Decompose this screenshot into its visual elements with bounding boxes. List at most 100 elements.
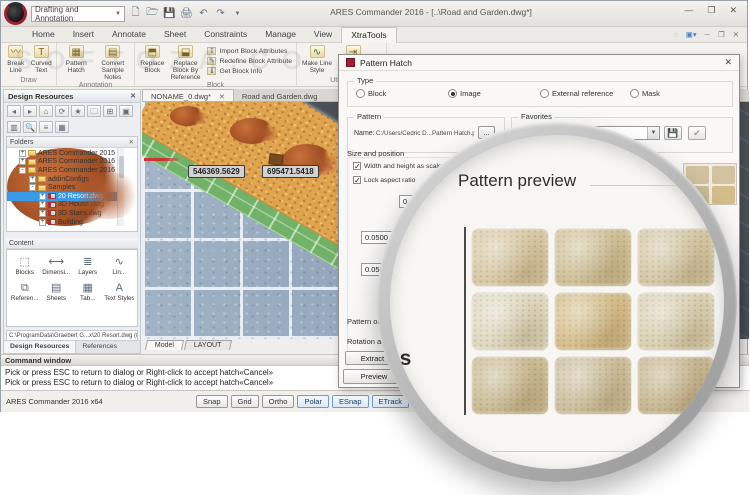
tree-toggle[interactable]: + [39, 201, 46, 209]
content-item-references[interactable]: ⧉ Referen... [9, 282, 41, 302]
tab-constraints[interactable]: Constraints [195, 27, 256, 43]
views-icon[interactable]: ▥ [7, 121, 21, 133]
content-item-dimensions[interactable]: ⟷ Dimensi... [41, 256, 73, 276]
app-logo-icon[interactable] [4, 2, 27, 25]
tab-layout[interactable]: LAYOUT [184, 340, 232, 350]
tab-sheet[interactable]: Sheet [155, 27, 195, 43]
import-block-attributes-button[interactable]: ↧ Import Block Attributes [207, 47, 292, 55]
radio-mask[interactable]: Mask [630, 89, 660, 98]
doc-tab-road-and-garden[interactable]: Road and Garden.dwg [234, 89, 325, 101]
tree-item[interactable]: - Samples [7, 183, 124, 192]
redefine-block-attribute-button[interactable]: ✎ Redefine Block Attribute [207, 57, 292, 65]
tab-model[interactable]: Model [144, 340, 185, 350]
tree-scrollbar[interactable] [117, 148, 125, 227]
back-icon[interactable]: ◂ [7, 105, 21, 117]
tab-design-resources[interactable]: Design Resources [4, 341, 77, 353]
panel-close-icon[interactable]: ✕ [130, 92, 136, 100]
up-folder-icon[interactable]: ⌂ [39, 105, 53, 117]
tree-item-label: 3D House.dwg [58, 201, 104, 209]
tab-insert[interactable]: Insert [64, 27, 103, 43]
make-line-style-button[interactable]: ∿ Make Line Style [299, 44, 335, 74]
grid-toggle[interactable]: Grid [230, 395, 259, 408]
get-block-info-button[interactable]: ℹ Get Block Info [207, 67, 292, 75]
convert-sample-notes-button[interactable]: ▤ Convert Sample Notes [94, 44, 132, 81]
combo-arrow-icon[interactable]: ▼ [647, 127, 659, 139]
refresh-icon[interactable]: ⟳ [55, 105, 69, 117]
content-item-layers[interactable]: ≣ Layers [72, 256, 104, 276]
save-icon[interactable]: 💾 [163, 8, 176, 19]
tab-annotate[interactable]: Annotate [103, 27, 155, 43]
doc-restore-icon[interactable]: ❐ [718, 30, 725, 39]
workspace-select[interactable]: Drafting and Annotation ▼ [31, 5, 125, 23]
replace-block-button[interactable]: ⬒ Replace Block [137, 44, 168, 74]
tree-toggle-icon[interactable]: ⊞ [103, 105, 117, 117]
close-button[interactable]: ✕ [729, 5, 737, 16]
lock-aspect-checkbox[interactable]: ✓ Lock aspect ratio [353, 175, 415, 185]
ortho-toggle[interactable]: Ortho [261, 395, 295, 408]
tree-item[interactable]: + ARES Commander 2016 [7, 158, 124, 167]
help-icon[interactable]: ◌ [673, 30, 677, 39]
tree-item[interactable]: + Building [7, 218, 124, 227]
tree-toggle[interactable]: + [39, 192, 46, 200]
tree-item[interactable]: - ARES Commander 2016 x6 [7, 166, 124, 175]
tree-toggle[interactable]: + [19, 158, 26, 166]
replace-block-by-reference-button[interactable]: ⬓ Replace Block By Reference [168, 44, 204, 81]
tab-xtratools[interactable]: XtraTools [341, 27, 397, 43]
tree-toggle[interactable]: + [19, 149, 26, 157]
tree-item[interactable]: + addinConfigs [7, 175, 124, 184]
radio-external-reference[interactable]: External reference [540, 89, 613, 98]
radio-image[interactable]: Image [448, 89, 481, 98]
new-file-icon[interactable]: 🗋 [129, 5, 142, 22]
curved-text-button[interactable]: T Curved Text [29, 44, 55, 74]
break-line-button[interactable]: 〰 Break Line [3, 44, 29, 74]
radio-block-icon [356, 89, 365, 98]
doc-switch-icon[interactable]: ▣▾ [686, 30, 697, 39]
tree-toggle[interactable]: + [39, 209, 46, 217]
dialog-title-bar[interactable]: Pattern Hatch ✕ [339, 55, 739, 71]
tab-references[interactable]: References [76, 341, 123, 353]
detail-icon[interactable]: ▦ [55, 121, 69, 133]
pattern-hatch-button[interactable]: ▦ Pattern Hatch [59, 44, 94, 74]
undo-icon[interactable]: ↶ [197, 8, 210, 19]
tab-view[interactable]: View [305, 27, 341, 43]
tree-toggle[interactable]: + [29, 175, 36, 183]
tree-toggle[interactable]: - [19, 166, 26, 174]
favorites-icon[interactable]: ★ [71, 105, 85, 117]
dialog-close-icon[interactable]: ✕ [724, 57, 732, 68]
print-icon[interactable]: 🖨 [180, 8, 193, 19]
polar-toggle[interactable]: Polar [297, 395, 329, 408]
qat-more-icon[interactable]: ▼ [231, 11, 244, 17]
tree-toggle[interactable]: - [29, 184, 36, 192]
doc-tab-close-icon[interactable]: ✕ [219, 93, 225, 101]
content-item-linetypes[interactable]: ∿ Lin... [104, 256, 136, 276]
content-item-text-styles[interactable]: A Text Styles [104, 282, 136, 302]
esnap-toggle[interactable]: ESnap [331, 395, 369, 408]
restore-button[interactable]: ❐ [707, 5, 715, 16]
preview-toggle-icon[interactable]: ▣ [119, 105, 133, 117]
redo-icon[interactable]: ↷ [214, 8, 227, 19]
doc-minimize-icon[interactable]: ─ [705, 30, 710, 39]
tab-home[interactable]: Home [23, 27, 64, 43]
tab-manage[interactable]: Manage [256, 27, 305, 43]
tree-item[interactable]: + ARES Commander 2015 [7, 149, 124, 158]
tree-toggle[interactable]: + [39, 218, 46, 226]
snap-toggle[interactable]: Snap [196, 395, 228, 408]
open-file-icon[interactable]: 🗁 [146, 5, 159, 22]
forward-icon[interactable]: ▸ [23, 105, 37, 117]
minimize-button[interactable]: — [684, 5, 693, 16]
tree-item[interactable]: + 3D House.dwg [7, 201, 124, 210]
save-favorite-button[interactable]: 💾 [664, 126, 682, 140]
tree-item[interactable]: + 3D Stairs.dwg [7, 209, 124, 218]
radio-block[interactable]: Block [356, 89, 386, 98]
doc-close-icon[interactable]: ✕ [733, 30, 739, 39]
list-icon[interactable]: ≡ [39, 121, 53, 133]
apply-favorite-button[interactable]: ✔ [688, 126, 706, 140]
tree-item-selected[interactable]: + 20 Resort.dwg [7, 191, 125, 201]
content-item-sheets[interactable]: ▤ Sheets [41, 282, 73, 302]
search-icon[interactable]: 🔍 [23, 121, 37, 133]
content-item-tables[interactable]: ▦ Tab... [72, 282, 104, 302]
folders-close-icon[interactable]: ✕ [129, 138, 134, 146]
doc-tab-noname[interactable]: NONAME_0.dwg* ✕ [142, 89, 234, 101]
home-icon[interactable]: 🗀 [87, 105, 101, 117]
content-item-blocks[interactable]: ⬚ Blocks [9, 256, 41, 276]
